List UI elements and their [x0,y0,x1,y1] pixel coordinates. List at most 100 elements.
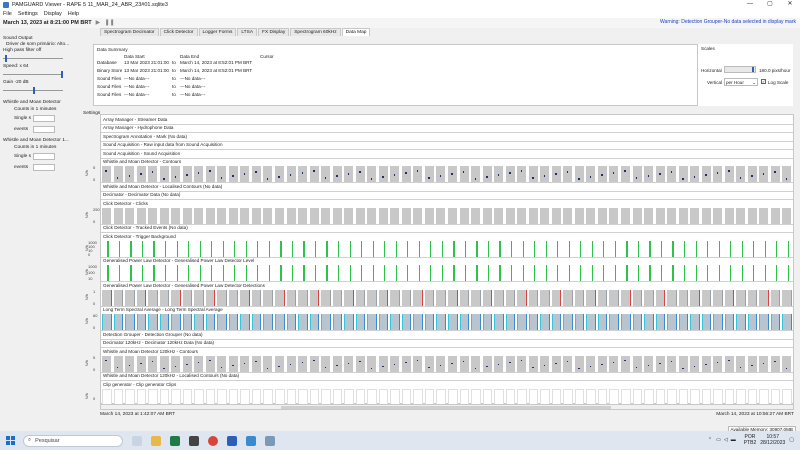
menu-help[interactable]: Help [68,11,79,17]
wm1-events-field[interactable] [33,126,55,133]
data-block [574,314,585,330]
data-block [182,314,193,330]
datamap-strip[interactable] [101,207,793,224]
menu-file[interactable]: File [3,11,12,17]
app-icon[interactable] [189,435,199,446]
data-block [713,166,723,182]
network-icon[interactable]: ▭ [716,437,721,443]
data-block [759,289,769,306]
volume-icon[interactable]: ◁ [724,437,728,443]
header-data-end: Data End [180,54,200,59]
vertical-select[interactable]: per Hour ⌄ [724,78,758,86]
datamap-strip[interactable] [101,355,793,372]
edge-icon[interactable] [246,435,256,446]
excel-icon[interactable] [170,435,180,446]
clock[interactable]: 10:57 28/12/2023 [760,434,785,446]
notification-icon[interactable]: ▢ [789,437,794,443]
data-block [228,355,238,372]
tab-spectrogram-decimator[interactable]: Spectrogram Decimator [100,28,159,36]
tab-click-detector[interactable]: Click Detector [159,28,198,36]
data-block [494,166,504,182]
data-block [153,240,155,257]
slider-knob[interactable] [5,55,7,62]
detection-dot [566,171,569,173]
data-block [609,207,619,224]
data-block [459,166,469,182]
data-block [159,289,170,306]
datamap-strip[interactable] [101,166,793,182]
datamap-strip[interactable] [101,314,793,330]
task-view-icon[interactable] [132,435,142,446]
gain-slider[interactable] [3,87,63,94]
summary-start: 13 Mar 2023 21:01:00 [124,68,169,73]
data-block [471,355,481,372]
scroll-thumb[interactable] [281,406,611,409]
data-block [228,388,239,405]
datamap-strip[interactable] [101,289,793,306]
pamguard-icon[interactable] [265,435,275,446]
data-block [378,166,388,182]
slider-knob[interactable] [61,71,63,78]
data-block [390,388,400,405]
detection-dot [347,362,350,364]
data-block [511,240,513,257]
data-block [332,355,342,372]
taskbar-search[interactable]: ⌕ Pesquisar [23,434,123,447]
tab-fx-display[interactable]: FX Display [258,28,290,36]
menu-settings[interactable]: Settings [18,11,38,17]
data-block [148,355,158,372]
datamap-row-label: Long Term Spectral Average - Long Term S… [103,307,223,312]
horizontal-scrollbar[interactable] [100,404,794,410]
horizontal-slider[interactable] [724,66,756,73]
data-block [401,355,411,372]
datamap-row-label: Spectrogram Annotation - Mark (No data) [103,133,188,139]
close-button[interactable]: ✕ [780,0,800,9]
tab-spectrogram-60khz[interactable]: Spectrogram 60kHz [290,28,341,36]
windows-start-icon[interactable] [6,436,15,445]
data-block [332,166,342,182]
datamap-strip[interactable] [101,265,793,281]
chrome-icon[interactable] [208,435,218,446]
data-block [275,314,285,330]
data-block [361,265,363,281]
data-block [424,388,435,405]
speed-slider[interactable] [3,71,63,78]
play-icon[interactable]: ▶ [96,20,102,26]
maximize-button[interactable]: ▢ [760,0,780,9]
tab-logger-forms[interactable]: Logger Forms [198,28,237,36]
data-block [141,265,144,281]
wm1-single-label: Single s [14,116,32,121]
data-block [441,265,443,281]
detection-dot [762,362,765,364]
data-block [517,355,527,372]
data-block [459,289,470,306]
tab-data-map[interactable]: Data Map [341,28,371,36]
menu-display[interactable]: Display [44,11,62,17]
tab-ltsa[interactable]: LTSA [237,28,258,36]
wm2-events-field[interactable] [33,164,55,171]
folder-icon[interactable] [151,435,161,446]
datamap-strip[interactable] [101,240,793,257]
slider-knob[interactable] [752,67,754,72]
log-scale-checkbox[interactable]: ✓ [761,79,766,84]
pause-icon[interactable]: ❚❚ [105,20,115,26]
language-indicator[interactable]: POR PTB2 [744,434,757,446]
row-divider [101,330,793,331]
datamap-strip[interactable] [101,388,793,405]
word-icon[interactable] [227,435,237,446]
data-block [395,240,397,257]
battery-icon[interactable]: ▬ [731,437,736,443]
y-axis-unit: N/h [84,359,89,366]
wm1-single-field[interactable] [33,115,55,122]
wm2-single-field[interactable] [33,153,55,160]
chevron-up-icon[interactable]: ⌃ [708,437,712,443]
minimize-button[interactable]: — [740,0,760,9]
filter-slider[interactable] [3,55,63,62]
data-block [148,314,158,330]
slider-knob[interactable] [33,87,35,94]
data-block [275,355,285,372]
data-block [159,355,169,372]
data-block [355,355,365,372]
data-block [418,265,420,281]
data-block [298,314,308,330]
